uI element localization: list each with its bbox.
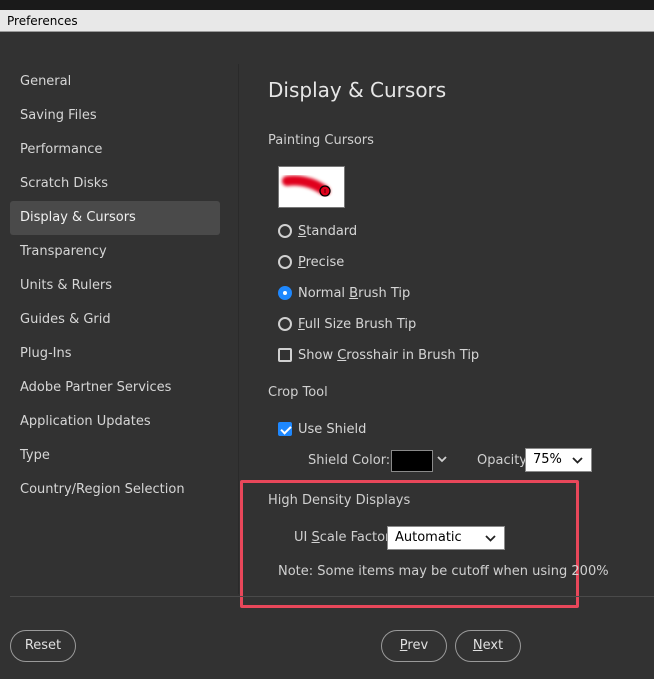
standard-label: Standard <box>298 223 358 239</box>
normal-brush-tip-option[interactable]: Normal Brush Tip <box>278 283 410 303</box>
ui-scale-value: Automatic <box>395 530 462 545</box>
shield-color-label: Shield Color: <box>308 453 391 468</box>
crosshair-checkbox[interactable] <box>278 348 292 362</box>
sidebar-item-adobe-partner-services[interactable]: Adobe Partner Services <box>10 371 220 405</box>
sidebar-item-performance[interactable]: Performance <box>10 133 220 167</box>
chevron-down-icon[interactable] <box>436 453 450 471</box>
full-size-brush-tip-label: Full Size Brush Tip <box>298 316 417 332</box>
top-strip <box>0 0 654 10</box>
standard-option[interactable]: Standard <box>278 221 357 241</box>
sidebar-item-country-region[interactable]: Country/Region Selection <box>10 473 220 507</box>
normal-brush-tip-radio[interactable] <box>278 286 292 300</box>
sidebar-item-type[interactable]: Type <box>10 439 220 473</box>
sidebar-item-saving-files[interactable]: Saving Files <box>10 99 220 133</box>
crosshair-option[interactable]: Show Crosshair in Brush Tip <box>278 345 479 365</box>
use-shield-label: Use Shield <box>298 421 367 437</box>
sidebar-item-plug-ins[interactable]: Plug-Ins <box>10 337 220 371</box>
opacity-value: 75% <box>533 452 562 467</box>
full-size-brush-tip-option[interactable]: Full Size Brush Tip <box>278 314 416 334</box>
shield-color-swatch[interactable] <box>391 450 433 472</box>
preferences-window: General Saving Files Performance Scratch… <box>0 32 654 679</box>
window-title: Preferences <box>0 10 654 32</box>
crosshair-label: Show Crosshair in Brush Tip <box>298 347 480 363</box>
sidebar-divider <box>238 64 239 594</box>
sidebar-item-application-updates[interactable]: Application Updates <box>10 405 220 439</box>
use-shield-checkbox[interactable] <box>278 422 292 436</box>
opacity-select[interactable]: 75% <box>525 448 592 472</box>
precise-label: Precise <box>298 254 345 270</box>
painting-cursors-label: Painting Cursors <box>268 133 374 148</box>
standard-radio[interactable] <box>278 224 292 238</box>
page-title: Display & Cursors <box>268 78 447 102</box>
crop-tool-label: Crop Tool <box>268 385 328 400</box>
sidebar: General Saving Files Performance Scratch… <box>10 65 220 507</box>
scale-note: Note: Some items may be cutoff when usin… <box>278 564 609 579</box>
brush-cursor-preview <box>278 166 345 208</box>
sidebar-item-units-rulers[interactable]: Units & Rulers <box>10 269 220 303</box>
prev-button[interactable]: Prev <box>381 630 447 662</box>
opacity-label: Opacity: <box>477 453 531 468</box>
full-size-brush-tip-radio[interactable] <box>278 317 292 331</box>
high-density-label: High Density Displays <box>268 493 411 508</box>
sidebar-item-transparency[interactable]: Transparency <box>10 235 220 269</box>
sidebar-item-display-cursors[interactable]: Display & Cursors <box>10 201 220 235</box>
chevron-down-icon <box>572 449 583 479</box>
normal-brush-tip-label: Normal Brush Tip <box>298 285 411 301</box>
reset-button[interactable]: Reset <box>10 630 76 662</box>
sidebar-item-scratch-disks[interactable]: Scratch Disks <box>10 167 220 201</box>
chevron-down-icon <box>485 527 496 557</box>
ui-scale-label: UI Scale Factor: <box>294 530 395 545</box>
sidebar-item-guides-grid[interactable]: Guides & Grid <box>10 303 220 337</box>
use-shield-option[interactable]: Use Shield <box>278 419 366 439</box>
sidebar-item-general[interactable]: General <box>10 65 220 99</box>
brush-stroke-icon <box>282 175 331 197</box>
precise-radio[interactable] <box>278 255 292 269</box>
next-button[interactable]: Next <box>455 630 521 662</box>
precise-option[interactable]: Precise <box>278 252 344 272</box>
ui-scale-select[interactable]: Automatic <box>387 526 505 550</box>
bottom-divider <box>10 596 654 597</box>
